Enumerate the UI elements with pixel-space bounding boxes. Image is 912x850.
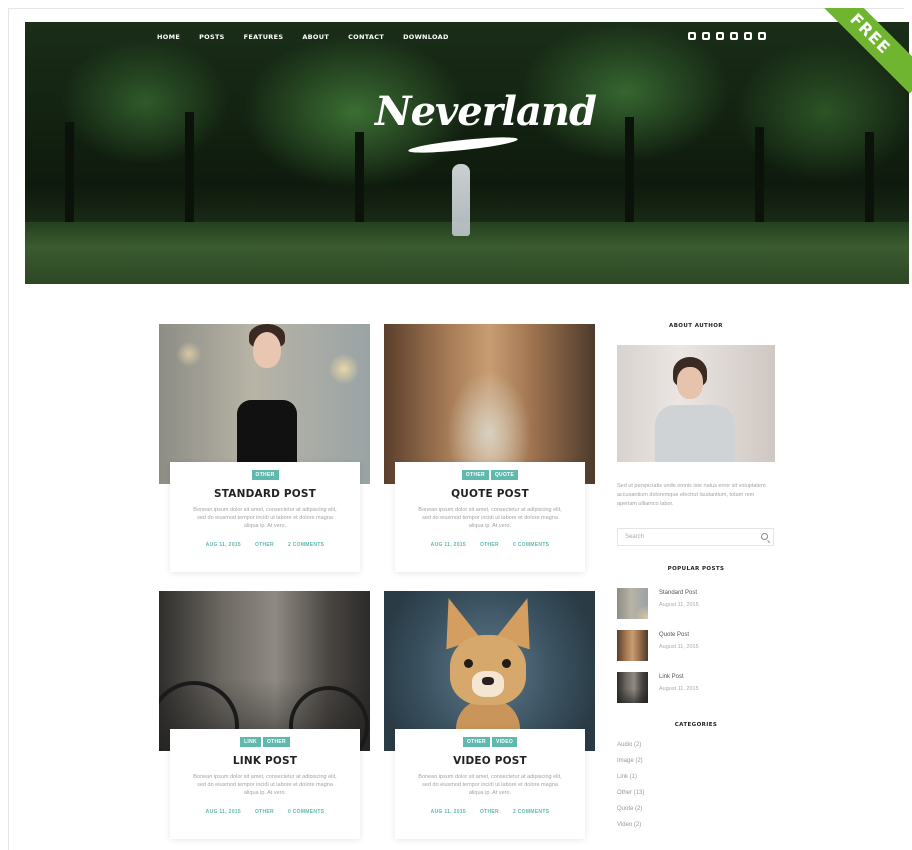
about-author-heading: ABOUT AUTHOR <box>669 323 723 329</box>
popular-post[interactable]: Link Post August 11, 2015 <box>617 672 775 704</box>
post-card: OTHER STANDARD POST Bonean ipsum dolor s… <box>170 462 360 572</box>
nav-features[interactable]: FEATURES <box>244 33 284 41</box>
nav-about[interactable]: ABOUT <box>302 33 329 41</box>
popular-post[interactable]: Standard Post August 11, 2015 <box>617 588 775 620</box>
post-image-quote[interactable] <box>384 324 595 484</box>
post-card: OTHER QUOTE QUOTE POST Bonean ipsum dolo… <box>395 462 585 572</box>
post-date: AUG 11, 2015 <box>430 809 466 815</box>
tag[interactable]: OTHER <box>461 470 489 480</box>
main-nav: HOME POSTS FEATURES ABOUT CONTACT DOWNLO… <box>157 33 468 41</box>
post-meta: AUG 11, 2015 OTHER 2 COMMENTS <box>395 809 585 815</box>
google-plus-icon[interactable] <box>702 32 710 40</box>
post-excerpt: Bonean ipsum dolor sit amet, consectetur… <box>193 507 337 529</box>
post-meta: AUG 11, 2015 OTHER 0 COMMENTS <box>170 809 360 815</box>
tag[interactable]: QUOTE <box>490 470 519 480</box>
popular-post-date: August 11, 2015 <box>659 644 699 650</box>
hero-header: HOME POSTS FEATURES ABOUT CONTACT DOWNLO… <box>25 22 909 284</box>
popular-post-thumb[interactable] <box>617 588 648 619</box>
post-image-standard[interactable] <box>159 324 370 484</box>
category-link[interactable]: Audio (2) <box>617 742 641 748</box>
search-field[interactable]: Search <box>617 528 774 546</box>
post-image-link[interactable] <box>159 591 370 751</box>
nav-download[interactable]: DOWNLOAD <box>403 33 449 41</box>
post-comments[interactable]: 2 COMMENTS <box>513 809 549 815</box>
photo-woman <box>237 324 297 484</box>
search-icon[interactable] <box>761 533 768 540</box>
post-image-video[interactable] <box>384 591 595 751</box>
popular-post-title[interactable]: Standard Post <box>659 590 697 596</box>
popular-post-thumb[interactable] <box>617 672 648 703</box>
category-link[interactable]: Quote (2) <box>617 806 642 812</box>
post-meta: AUG 11, 2015 OTHER 2 COMMENTS <box>170 542 360 548</box>
facebook-icon[interactable] <box>688 32 696 40</box>
category-link[interactable]: Link (1) <box>617 774 637 780</box>
post-category[interactable]: OTHER <box>255 542 274 548</box>
tag[interactable]: LINK <box>240 737 261 747</box>
post-date: AUG 11, 2015 <box>430 542 466 548</box>
instagram-icon[interactable] <box>716 32 724 40</box>
post-excerpt: Bonean ipsum dolor sit amet, consectetur… <box>418 774 562 796</box>
category-link[interactable]: Video (2) <box>617 822 641 828</box>
post-category[interactable]: OTHER <box>480 809 499 815</box>
post-category[interactable]: OTHER <box>480 542 499 548</box>
youtube-icon[interactable] <box>758 32 766 40</box>
pinterest-icon[interactable] <box>730 32 738 40</box>
logo-swoosh <box>407 134 519 156</box>
tag[interactable]: OTHER <box>251 470 279 480</box>
post-comments[interactable]: 0 COMMENTS <box>513 542 549 548</box>
post-title[interactable]: LINK POST <box>170 755 360 767</box>
tag[interactable]: VIDEO <box>491 737 518 747</box>
post-date: AUG 11, 2015 <box>205 809 241 815</box>
post-comments[interactable]: 0 COMMENTS <box>288 809 324 815</box>
popular-post-title[interactable]: Link Post <box>659 674 684 680</box>
popular-post-thumb[interactable] <box>617 630 648 661</box>
category-link[interactable]: Image (2) <box>617 758 643 764</box>
post-date: AUG 11, 2015 <box>205 542 241 548</box>
free-ribbon: FREE <box>820 8 912 100</box>
tag[interactable]: OTHER <box>462 737 490 747</box>
post-comments[interactable]: 2 COMMENTS <box>288 542 324 548</box>
search-placeholder: Search <box>625 534 645 540</box>
social-links <box>688 32 766 40</box>
hero-figure <box>452 164 470 236</box>
site-logo[interactable]: Neverland <box>375 88 597 135</box>
post-tags: OTHER VIDEO <box>395 737 585 747</box>
popular-posts-heading: POPULAR POSTS <box>667 566 725 572</box>
tag[interactable]: OTHER <box>262 737 290 747</box>
post-category[interactable]: OTHER <box>255 809 274 815</box>
popular-post-title[interactable]: Quote Post <box>659 632 689 638</box>
categories-heading: CATEGORIES <box>674 722 718 728</box>
post-tags: OTHER <box>170 470 360 480</box>
nav-posts[interactable]: POSTS <box>199 33 225 41</box>
post-title[interactable]: VIDEO POST <box>395 755 585 767</box>
post-title[interactable]: STANDARD POST <box>170 488 360 500</box>
post-meta: AUG 11, 2015 OTHER 0 COMMENTS <box>395 542 585 548</box>
post-excerpt: Bonean ipsum dolor sit amet, consectetur… <box>193 774 337 796</box>
category-link[interactable]: Other (13) <box>617 790 644 796</box>
popular-post-date: August 11, 2015 <box>659 686 699 692</box>
popular-post-date: August 11, 2015 <box>659 602 699 608</box>
nav-home[interactable]: HOME <box>157 33 180 41</box>
author-photo <box>617 345 775 462</box>
post-tags: LINK OTHER <box>170 737 360 747</box>
nav-contact[interactable]: CONTACT <box>348 33 384 41</box>
twitter-icon[interactable] <box>744 32 752 40</box>
post-excerpt: Bonean ipsum dolor sit amet, consectetur… <box>418 507 562 529</box>
post-tags: OTHER QUOTE <box>395 470 585 480</box>
popular-post[interactable]: Quote Post August 11, 2015 <box>617 630 775 662</box>
post-card: OTHER VIDEO VIDEO POST Bonean ipsum dolo… <box>395 729 585 839</box>
post-card: LINK OTHER LINK POST Bonean ipsum dolor … <box>170 729 360 839</box>
post-title[interactable]: QUOTE POST <box>395 488 585 500</box>
author-bio: Sed ut perspiciatis unde omnis iste natu… <box>617 483 766 507</box>
ribbon-label: FREE <box>820 8 912 94</box>
